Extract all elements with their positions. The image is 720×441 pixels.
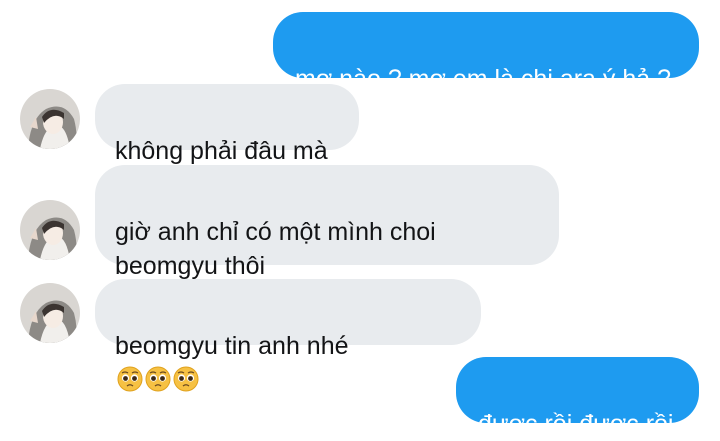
profile-photo-icon <box>20 89 80 149</box>
pleading-face-emoji-icon <box>145 366 171 392</box>
message-text: beomgyu tin anh nhé <box>115 332 349 360</box>
pleading-face-emoji-icon <box>173 366 199 392</box>
outgoing-message-bubble[interactable]: được rồi được rồi <box>456 357 699 438</box>
profile-photo-icon <box>20 283 80 343</box>
message-text: mơ nào ? mơ em là chị ara ý hả ? <box>295 65 672 93</box>
message-text: không phải đâu mà <box>115 137 328 165</box>
avatar[interactable] <box>20 283 80 343</box>
incoming-message-bubble[interactable]: beomgyu tin anh nhé <box>95 279 481 392</box>
incoming-message-bubble[interactable]: giờ anh chỉ có một mình choi beomgyu thô… <box>95 165 559 280</box>
avatar[interactable] <box>20 89 80 149</box>
pleading-face-emoji-icon <box>117 366 143 392</box>
avatar[interactable] <box>20 200 80 260</box>
message-text: được rồi được rồi <box>478 410 674 438</box>
incoming-message-bubble[interactable]: không phải đâu mà <box>95 84 359 165</box>
outgoing-message-bubble[interactable]: mơ nào ? mơ em là chị ara ý hả ? <box>273 12 699 93</box>
profile-photo-icon <box>20 200 80 260</box>
message-text: giờ anh chỉ có một mình choi beomgyu thô… <box>115 218 436 280</box>
